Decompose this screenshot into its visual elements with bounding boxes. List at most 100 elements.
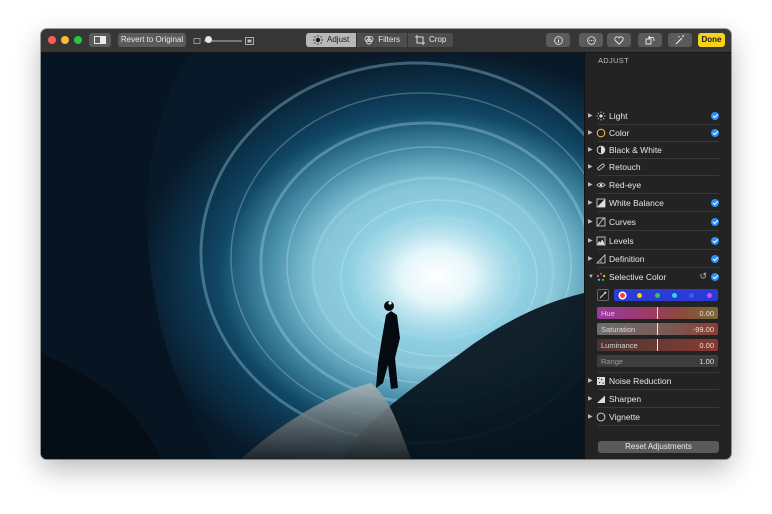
adjust-item-label: Definition <box>609 253 645 264</box>
luminance-slider[interactable]: Luminance 0.00 <box>597 339 718 351</box>
divider <box>598 407 719 408</box>
divider <box>598 267 719 268</box>
adjust-item-label: Curves <box>609 216 636 227</box>
saturation-slider[interactable]: Saturation -99.00 <box>597 323 718 335</box>
enabled-checkmark-icon[interactable] <box>711 217 719 226</box>
photo-canvas[interactable] <box>41 53 584 459</box>
filters-icon <box>364 36 374 45</box>
color-swatch[interactable] <box>672 292 678 298</box>
levels-icon <box>595 235 606 246</box>
enabled-checkmark-icon[interactable] <box>711 198 719 207</box>
adjust-item-vignette[interactable]: ▶ Vignette <box>588 409 719 424</box>
disclosure-closed-icon[interactable]: ▶ <box>588 237 595 244</box>
adjust-item-white-balance[interactable]: ▶ White Balance <box>588 195 719 210</box>
enabled-checkmark-icon[interactable] <box>711 254 719 263</box>
reset-adjustments-button[interactable]: Reset Adjustments <box>598 441 719 453</box>
adjust-item-black-white[interactable]: ▶ Black & White <box>588 142 719 157</box>
adjust-item-noise-reduction[interactable]: ▶ Noise Reduction <box>588 373 719 388</box>
disclosure-closed-icon[interactable]: ▶ <box>588 112 595 119</box>
favorite-button[interactable] <box>607 33 631 47</box>
auto-enhance-button[interactable] <box>668 33 692 47</box>
done-button[interactable]: Done <box>698 33 725 47</box>
enabled-checkmark-icon[interactable] <box>711 236 719 245</box>
disclosure-closed-icon[interactable]: ▶ <box>588 129 595 136</box>
color-swatch[interactable] <box>689 292 695 298</box>
selective-color-swatch-row <box>597 289 718 301</box>
adjust-item-label: Red-eye <box>609 179 642 190</box>
enabled-checkmark-icon[interactable] <box>711 272 719 281</box>
disclosure-open-icon[interactable]: ▼ <box>588 274 595 280</box>
color-swatch[interactable] <box>637 292 643 298</box>
adjust-item-retouch[interactable]: ▶ Retouch <box>588 159 719 174</box>
adjust-item-selective-color[interactable]: ▼ Selective Color ↺ <box>588 269 719 284</box>
sharpen-icon <box>595 393 606 404</box>
curves-icon <box>595 216 606 227</box>
divider <box>598 389 719 390</box>
revert-to-original-button[interactable]: Revert to Original <box>118 33 186 47</box>
adjust-item-sharpen[interactable]: ▶ Sharpen <box>588 391 719 406</box>
adjust-item-red-eye[interactable]: ▶ Red-eye <box>588 177 719 192</box>
disclosure-closed-icon[interactable]: ▶ <box>588 199 595 206</box>
rotate-icon <box>645 35 655 45</box>
adjust-item-light[interactable]: ▶ Light <box>588 108 719 123</box>
hue-slider[interactable]: Hue 0.00 <box>597 307 718 319</box>
adjust-item-levels[interactable]: ▶ Levels <box>588 233 719 248</box>
tab-crop[interactable]: Crop <box>408 33 454 47</box>
disclosure-closed-icon[interactable]: ▶ <box>588 255 595 262</box>
ice-cave-photo <box>41 53 584 459</box>
color-icon <box>595 127 606 138</box>
adjust-item-label: Retouch <box>609 161 641 172</box>
slider-knob[interactable] <box>657 307 658 319</box>
disclosure-closed-icon[interactable]: ▶ <box>588 218 595 225</box>
disclosure-closed-icon[interactable]: ▶ <box>588 163 595 170</box>
color-swatch[interactable] <box>706 292 712 298</box>
slider-knob[interactable] <box>657 339 658 351</box>
photos-edit-window: Revert to Original Adjust Filters Crop D… <box>41 29 731 459</box>
info-icon <box>553 35 563 45</box>
slider-knob[interactable] <box>657 323 658 335</box>
noise-reduction-icon <box>595 375 606 386</box>
tab-adjust-label: Adjust <box>327 35 350 44</box>
light-icon <box>595 110 606 121</box>
color-swatch[interactable] <box>620 292 626 298</box>
black-white-icon <box>595 144 606 155</box>
zoom-slider-knob[interactable] <box>204 36 212 43</box>
range-slider[interactable]: Range 1.00 <box>597 355 718 367</box>
adjust-item-curves[interactable]: ▶ Curves <box>588 214 719 229</box>
adjust-item-label: Sharpen <box>609 393 642 404</box>
tab-adjust[interactable]: Adjust <box>306 33 358 47</box>
sun-icon <box>313 35 323 45</box>
more-icon <box>586 35 596 45</box>
adjust-item-label: Black & White <box>609 144 662 155</box>
enabled-checkmark-icon[interactable] <box>711 111 719 120</box>
more-button[interactable] <box>579 33 603 47</box>
show-original-button[interactable] <box>89 33 111 47</box>
slider-value: 0.00 <box>699 340 714 350</box>
toolbar: Revert to Original Adjust Filters Crop D… <box>41 29 731 53</box>
eyedropper-icon <box>599 291 607 299</box>
zoom-window-button[interactable] <box>74 36 82 44</box>
revert-adjustment-icon[interactable]: ↺ <box>699 271 707 282</box>
enabled-checkmark-icon[interactable] <box>711 128 719 137</box>
divider <box>598 193 719 194</box>
color-swatch[interactable] <box>654 292 660 298</box>
disclosure-closed-icon[interactable]: ▶ <box>588 146 595 153</box>
retouch-icon <box>595 161 606 172</box>
magic-wand-icon <box>675 35 684 45</box>
disclosure-closed-icon[interactable]: ▶ <box>588 377 595 384</box>
adjust-item-definition[interactable]: ▶ Definition <box>588 251 719 266</box>
close-window-button[interactable] <box>48 36 56 44</box>
disclosure-closed-icon[interactable]: ▶ <box>588 413 595 420</box>
disclosure-closed-icon[interactable]: ▶ <box>588 395 595 402</box>
adjust-item-color[interactable]: ▶ Color <box>588 125 719 140</box>
slider-value: 1.00 <box>699 356 714 366</box>
tab-filters[interactable]: Filters <box>357 33 409 47</box>
info-button[interactable] <box>546 33 570 47</box>
divider <box>598 249 719 250</box>
rotate-button[interactable] <box>638 33 662 47</box>
selective-color-icon <box>595 271 606 282</box>
edit-mode-tabs: Adjust Filters Crop <box>306 33 454 47</box>
minimize-window-button[interactable] <box>61 36 69 44</box>
disclosure-closed-icon[interactable]: ▶ <box>588 181 595 188</box>
eyedropper-button[interactable] <box>597 289 609 301</box>
